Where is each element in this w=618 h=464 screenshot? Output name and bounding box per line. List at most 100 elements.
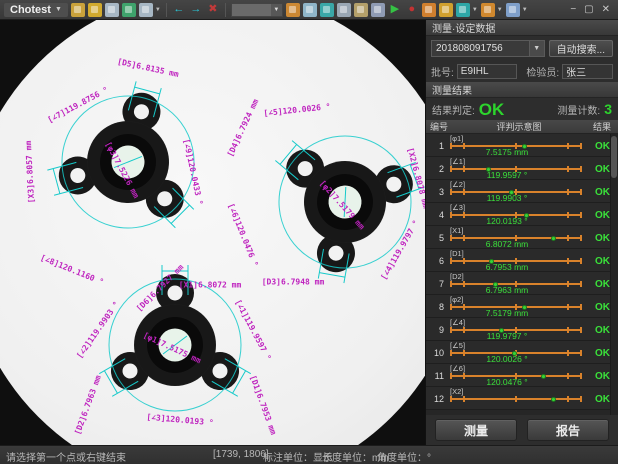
camera-icon[interactable]	[371, 3, 385, 17]
row-result: OK	[595, 141, 610, 152]
app-menu-label: Chotest	[10, 4, 51, 16]
feature-label: [∠4]	[450, 318, 465, 327]
chevron-down-icon[interactable]: ▼	[522, 7, 528, 13]
results-table-body[interactable]: 1[φ1]7.5175 mmOK2[∠1]119.9597 °OK3[∠2]11…	[426, 134, 618, 415]
auto-search-button[interactable]: 自动搜索...	[549, 40, 613, 57]
library-icon[interactable]	[88, 3, 102, 17]
measured-value: 6.8072 mm	[426, 239, 588, 249]
delete-icon[interactable]: ✖	[206, 3, 220, 17]
measure-button[interactable]: 测量	[435, 419, 517, 441]
app-menu-button[interactable]: Chotest ▼	[4, 3, 68, 17]
table-row[interactable]: 9[∠4]119.9797 °OK	[426, 318, 618, 341]
chotest-window: Chotest ▼ ▼ ←→✖ ▼ ▶● ▼ ▼ ▼ − ▢ ✕	[0, 0, 618, 464]
dimension-label: [X2]6.8078 mm	[406, 147, 425, 210]
chevron-down-icon[interactable]: ▼	[529, 41, 544, 56]
image-icon[interactable]	[286, 3, 300, 17]
scrollbar-thumb[interactable]	[611, 136, 617, 178]
col-result: 结果	[586, 120, 618, 133]
col-diagram: 评判示意图	[452, 120, 586, 133]
table-row[interactable]: 2[∠1]119.9597 °OK	[426, 157, 618, 180]
row-result: OK	[595, 371, 610, 382]
open-icon[interactable]	[71, 3, 85, 17]
batch-field[interactable]: E9IHL	[457, 64, 518, 79]
judgement-value: OK	[479, 101, 505, 118]
measured-value: 7.5175 mm	[426, 147, 588, 157]
chevron-down-icon[interactable]: ▼	[155, 7, 161, 13]
window-controls: − ▢ ✕	[570, 5, 614, 15]
toolbar-view-select[interactable]: ▼	[231, 3, 283, 17]
measured-value: 120.0476 °	[426, 377, 588, 387]
dimension-label: [∠1]119.9597 °	[233, 298, 273, 362]
measured-value: 120.0193 °	[426, 216, 588, 226]
dimension-label: [∠8]120.1160 °	[39, 253, 105, 287]
inspector-field[interactable]: 张三	[562, 64, 613, 79]
list-icon[interactable]	[354, 3, 368, 17]
chevron-down-icon[interactable]: ▼	[271, 4, 282, 16]
row-result: OK	[595, 164, 610, 175]
results-table-header: 编号 评判示意图 结果	[426, 120, 618, 134]
row-result: OK	[595, 348, 610, 359]
redo-icon[interactable]: →	[189, 3, 203, 17]
minimize-button[interactable]: −	[570, 5, 576, 15]
saveas-icon[interactable]	[139, 3, 153, 17]
edit-icon[interactable]	[122, 3, 136, 17]
maximize-button[interactable]: ▢	[584, 5, 593, 15]
dimension-label: [∠7]119.8756 °	[46, 85, 110, 125]
close-button[interactable]: ✕	[602, 5, 610, 15]
chevron-down-icon[interactable]: ▼	[472, 7, 478, 13]
feature-label: [φ2]	[450, 295, 463, 304]
select-icon[interactable]	[439, 3, 453, 17]
feature-label: [∠6]	[450, 364, 465, 373]
table-row[interactable]: 10[∠5]120.0026 °OK	[426, 341, 618, 364]
table-row[interactable]: 11[∠6]120.0476 °OK	[426, 364, 618, 387]
table-row[interactable]: 12[X2]OK	[426, 387, 618, 410]
feature-label: [D2]	[450, 272, 464, 281]
undo-icon[interactable]: ←	[172, 3, 186, 17]
inspector-label: 检验员:	[526, 64, 559, 79]
layer-icon[interactable]	[481, 3, 495, 17]
save-icon[interactable]	[105, 3, 119, 17]
feature-label: [∠1]	[450, 157, 465, 166]
row-result: OK	[595, 302, 610, 313]
feature-label: [∠5]	[450, 341, 465, 350]
measured-value: 120.0026 °	[426, 354, 588, 364]
dimension-label: [X1]6.8072 mm	[179, 281, 242, 290]
table-row[interactable]: 8[φ2]7.5179 mmOK	[426, 295, 618, 318]
table-row[interactable]: 1[φ1]7.5175 mmOK	[426, 134, 618, 157]
toolbar-separator	[225, 3, 226, 17]
measured-value: 119.9903 °	[426, 193, 588, 203]
record-icon[interactable]: ●	[405, 3, 419, 17]
circle-tool-icon[interactable]	[456, 3, 470, 17]
col-number: 编号	[426, 120, 452, 133]
row-number: 12	[428, 394, 444, 404]
measurement-panel: 测量·设定数据 201808091756 ▼ 自动搜索... 批号: E9IHL…	[425, 20, 618, 445]
table-row[interactable]: 4[∠3]120.0193 °OK	[426, 203, 618, 226]
user-icon[interactable]	[506, 3, 520, 17]
measured-marker	[551, 397, 556, 402]
scrollbar[interactable]	[610, 134, 618, 415]
grid-icon[interactable]	[320, 3, 334, 17]
report-button[interactable]: 报告	[527, 419, 609, 441]
batch-label: 批号:	[431, 64, 454, 79]
toolbar-separator	[166, 3, 167, 17]
measured-value: 119.9797 °	[426, 331, 588, 341]
chevron-down-icon[interactable]: ▼	[497, 7, 503, 13]
dataset-select[interactable]: 201808091756 ▼	[431, 40, 545, 57]
zoom-icon[interactable]	[303, 3, 317, 17]
display-icon[interactable]	[337, 3, 351, 17]
table-row[interactable]: 3[∠2]119.9903 °OK	[426, 180, 618, 203]
measurement-canvas[interactable]: [D5]6.8135 mm[∠7]119.8756 °[∠9]120.0433 …	[0, 20, 425, 445]
table-row[interactable]: 7[D2]6.7963 mmOK	[426, 272, 618, 295]
row-result: OK	[595, 210, 610, 221]
dimension-label: [D3]6.7948 mm	[262, 278, 325, 287]
chevron-down-icon: ▼	[55, 6, 62, 13]
hand-icon[interactable]	[422, 3, 436, 17]
dimension-label: [φ1]7.5175 mm	[142, 331, 203, 366]
run-icon[interactable]: ▶	[388, 3, 402, 17]
panel-header: 测量·设定数据	[426, 20, 618, 36]
measured-value: 6.7963 mm	[426, 285, 588, 295]
tolerance-slider	[450, 398, 580, 400]
table-row[interactable]: 5[X1]6.8072 mmOK	[426, 226, 618, 249]
dimension-label: [∠9]120.0433 °	[182, 138, 205, 206]
table-row[interactable]: 6[D1]6.7953 mmOK	[426, 249, 618, 272]
